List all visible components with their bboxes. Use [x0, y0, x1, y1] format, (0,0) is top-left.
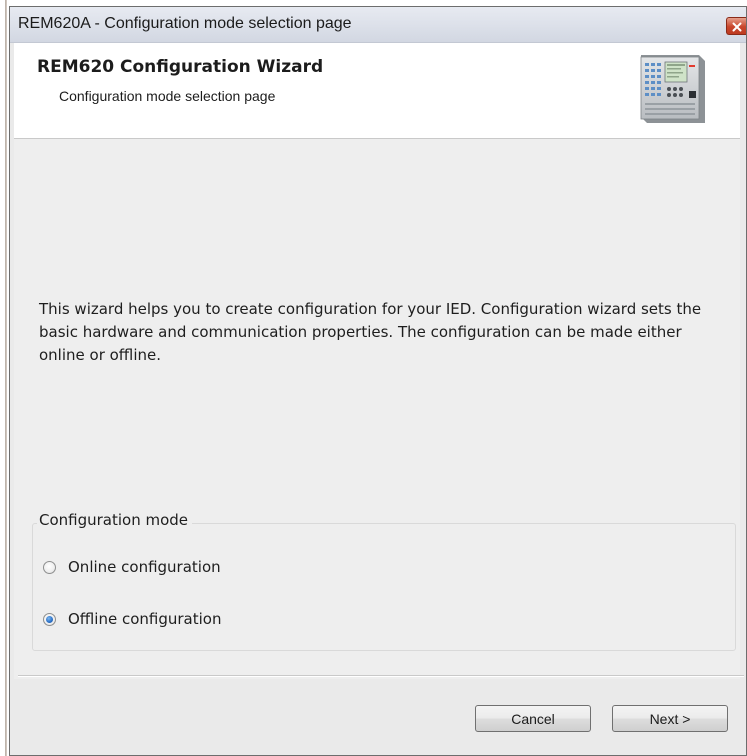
title-bar[interactable]: REM620A - Configuration mode selection p… — [10, 7, 746, 43]
wizard-description: This wizard helps you to create configur… — [39, 300, 702, 364]
close-icon — [732, 22, 742, 32]
wizard-header: REM620 Configuration Wizard Configuratio… — [14, 43, 740, 139]
configuration-mode-label: Configuration mode — [37, 511, 193, 529]
close-button[interactable] — [726, 17, 746, 35]
offline-configuration-radio[interactable] — [43, 612, 56, 626]
ied-device-image — [640, 55, 705, 123]
configuration-mode-group — [32, 523, 736, 651]
online-configuration-label[interactable]: Online configuration — [68, 558, 221, 576]
online-configuration-option[interactable]: Online configuration — [43, 556, 221, 578]
cancel-button[interactable]: Cancel — [475, 705, 591, 732]
wizard-body: This wizard helps you to create configur… — [14, 139, 744, 732]
window-title: REM620A - Configuration mode selection p… — [18, 15, 352, 32]
online-configuration-radio[interactable] — [43, 560, 56, 574]
offline-configuration-label[interactable]: Offline configuration — [68, 610, 221, 628]
wizard-title: REM620 Configuration Wizard — [37, 57, 324, 77]
wizard-dialog: REM620A - Configuration mode selection p… — [9, 6, 747, 756]
footer-divider-highlight — [18, 676, 744, 677]
background-edge-line — [5, 0, 7, 756]
wizard-subtitle: Configuration mode selection page — [59, 88, 276, 104]
offline-configuration-option[interactable]: Offline configuration — [43, 608, 221, 630]
next-button[interactable]: Next > — [612, 705, 728, 732]
